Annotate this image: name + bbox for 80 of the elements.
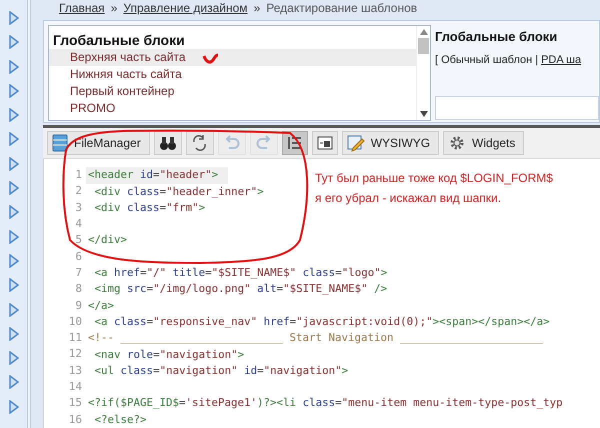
input-field[interactable]: [435, 96, 599, 120]
preview-button[interactable]: [312, 131, 338, 156]
line-number: 7: [74, 264, 83, 281]
filemanager-button[interactable]: FileManager: [47, 131, 150, 156]
line-number: 4: [74, 216, 83, 232]
expand-arrow-icon[interactable]: [8, 60, 18, 74]
scrollbar[interactable]: [416, 26, 430, 120]
code-line: </div>: [87, 232, 128, 248]
expand-arrow-icon[interactable]: [8, 302, 18, 317]
breadcrumb-link[interactable]: Управление дизайном: [123, 2, 248, 14]
breadcrumb-current: Редактирование шаблонов: [266, 2, 418, 14]
annotation-note: я его убрал - искажал вид шапки.: [315, 190, 502, 207]
annotation-note: Тут был раньше тоже код $LOGIN_FORM$: [315, 170, 553, 187]
expand-arrow-icon[interactable]: [8, 351, 18, 366]
hand-drawn-checkmark: [202, 54, 218, 64]
code-comment: <!-- _________________________ Start Navigation ______________________: [87, 330, 544, 346]
expand-arrow-icon[interactable]: [8, 35, 18, 50]
list-heading: Глобальные блоки: [52, 30, 186, 49]
breadcrumb-separator: »: [110, 2, 118, 14]
cabinet-icon: [52, 134, 68, 152]
line-number: 15: [68, 395, 83, 412]
breadcrumb-separator: »: [254, 2, 260, 14]
code-line: </a>: [87, 298, 116, 314]
expand-arrow-icon[interactable]: [8, 11, 18, 25]
line-number: 14: [68, 379, 83, 396]
line-number: 9: [74, 298, 83, 314]
list-icon: [286, 135, 303, 152]
template-option[interactable]: PDA ша: [541, 52, 582, 69]
line-number: 11: [68, 330, 83, 346]
line-number: 12: [68, 346, 83, 362]
scrollbar-thumb[interactable]: [418, 38, 429, 54]
line-number: 3: [74, 200, 83, 216]
pencil-page-icon: [346, 134, 365, 152]
widgets-button[interactable]: Widgets: [443, 131, 524, 156]
code-line: <div class="frm">: [94, 200, 206, 216]
preview-heading: Глобальные блоки: [435, 28, 558, 46]
code-line: <img src="/img/logo.png" alt="$SITE_NAME$" />: [94, 281, 388, 298]
breadcrumb-link[interactable]: Главная: [59, 2, 105, 14]
line-number: 1: [74, 167, 83, 184]
line-number: 16: [68, 412, 83, 428]
scroll-down-icon[interactable]: [420, 110, 428, 117]
option-separator: |: [535, 53, 538, 68]
expand-arrow-icon[interactable]: [8, 375, 18, 390]
expand-arrow-icon[interactable]: [8, 254, 18, 268]
replace-icon: [190, 134, 209, 152]
code-line: <div class="header_inner">: [94, 184, 265, 200]
scroll-up-icon[interactable]: [420, 28, 428, 35]
search-button[interactable]: [154, 131, 182, 156]
expand-arrow-icon[interactable]: [8, 181, 18, 196]
expand-arrow-icon[interactable]: [8, 156, 18, 171]
block-item[interactable]: Верхняя часть сайта: [49, 48, 416, 66]
expand-arrow-icon[interactable]: [8, 326, 18, 341]
line-number: 5: [74, 232, 83, 248]
wysiwyg-button[interactable]: WYSIWYG: [342, 131, 440, 156]
expand-arrow-icon[interactable]: [8, 230, 18, 244]
code-editor[interactable]: [43, 159, 600, 428]
expand-arrow-icon[interactable]: [8, 400, 18, 414]
gear-icon: [448, 134, 466, 152]
bracket: [: [435, 53, 438, 68]
expand-arrow-icon[interactable]: [8, 278, 18, 292]
expand-arrow-icon[interactable]: [8, 132, 18, 146]
line-number: 2: [74, 183, 83, 200]
code-line: <a href="/" title="$SITE_NAME$" class="logo">: [94, 265, 388, 282]
line-number: 6: [74, 248, 83, 265]
line-number: 13: [68, 362, 83, 379]
code-line: <?else?>: [94, 412, 148, 428]
redo-icon: [254, 135, 273, 152]
line-number: 10: [68, 314, 83, 330]
code-line: <nav role="navigation">: [94, 346, 246, 363]
code-line: <ul class="navigation" id="navigation">: [94, 362, 350, 379]
template-option[interactable]: Обычный шаблон: [441, 52, 532, 69]
expand-arrow-icon[interactable]: [8, 205, 18, 220]
expand-arrow-icon[interactable]: [8, 84, 18, 98]
expand-arrow-icon[interactable]: [8, 108, 18, 122]
line-number: 8: [74, 281, 83, 298]
replace-button[interactable]: [186, 131, 214, 156]
binoculars-icon: [158, 135, 177, 152]
code-line: <?if($PAGE_ID$='sitePage1')?><li class="menu-item menu-item-type-post_typ: [87, 395, 564, 412]
code-line: <a class="responsive_nav" href="javascript:void(0);"><span></span></a>: [94, 314, 551, 330]
window-icon: [316, 135, 333, 152]
